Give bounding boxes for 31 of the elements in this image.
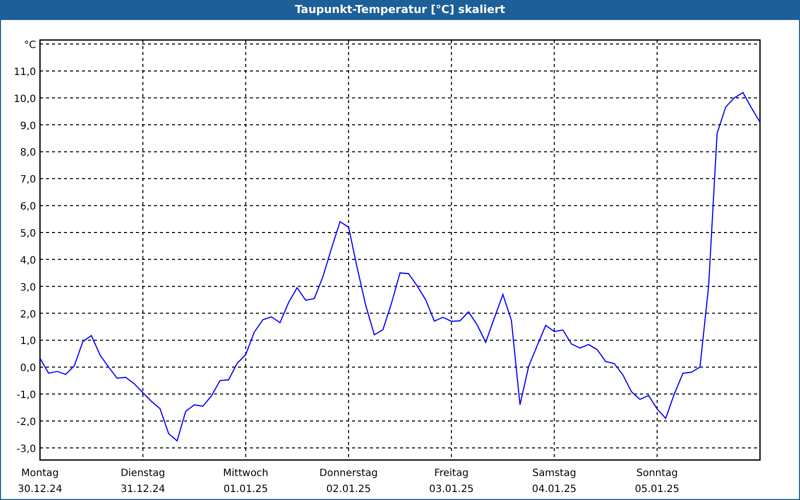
y-axis-label: -3,0 bbox=[16, 444, 36, 455]
x-axis-date-label: 01.01.25 bbox=[223, 484, 268, 495]
x-axis-date-label: 03.01.25 bbox=[429, 484, 474, 495]
y-axis-label: 11,0 bbox=[14, 66, 36, 78]
y-axis-label: 6,0 bbox=[20, 202, 36, 213]
y-axis-label: -2,0 bbox=[16, 416, 36, 428]
x-axis-date-label: 04.01.25 bbox=[532, 484, 577, 495]
y-axis-label: 8,0 bbox=[20, 148, 36, 159]
y-axis-label: 7,0 bbox=[20, 174, 36, 186]
x-axis-day-label: Montag bbox=[21, 468, 59, 479]
y-axis-label: 2,0 bbox=[20, 309, 36, 320]
x-axis-day-label: Samstag bbox=[532, 468, 576, 479]
axis-unit-label: °C bbox=[24, 40, 36, 52]
y-axis-label: 3,0 bbox=[20, 282, 36, 294]
x-axis-day-label: Donnerstag bbox=[319, 468, 378, 479]
x-axis-day-label: Mittwoch bbox=[223, 468, 268, 479]
y-axis-label: 5,0 bbox=[20, 228, 36, 240]
y-axis-label: 10,0 bbox=[14, 94, 36, 105]
x-axis-date-label: 31.12.24 bbox=[120, 484, 166, 495]
y-axis-label: 1,0 bbox=[20, 336, 36, 348]
x-axis-day-label: Freitag bbox=[434, 468, 469, 479]
x-axis-day-label: Sonntag bbox=[636, 468, 678, 479]
y-axis-label: 9,0 bbox=[20, 120, 36, 132]
chart-title: Taupunkt-Temperatur [°C] skaliert bbox=[294, 2, 506, 18]
y-axis-label: -1,0 bbox=[16, 390, 36, 402]
y-axis-label: 0,0 bbox=[20, 363, 36, 374]
x-axis-day-label: Dienstag bbox=[120, 468, 166, 479]
x-axis-date-label: 05.01.25 bbox=[634, 484, 680, 495]
x-axis-date-label: 30.12.24 bbox=[18, 484, 62, 495]
x-axis-date-label: 02.01.25 bbox=[326, 484, 371, 495]
y-axis-label: 4,0 bbox=[20, 255, 36, 266]
